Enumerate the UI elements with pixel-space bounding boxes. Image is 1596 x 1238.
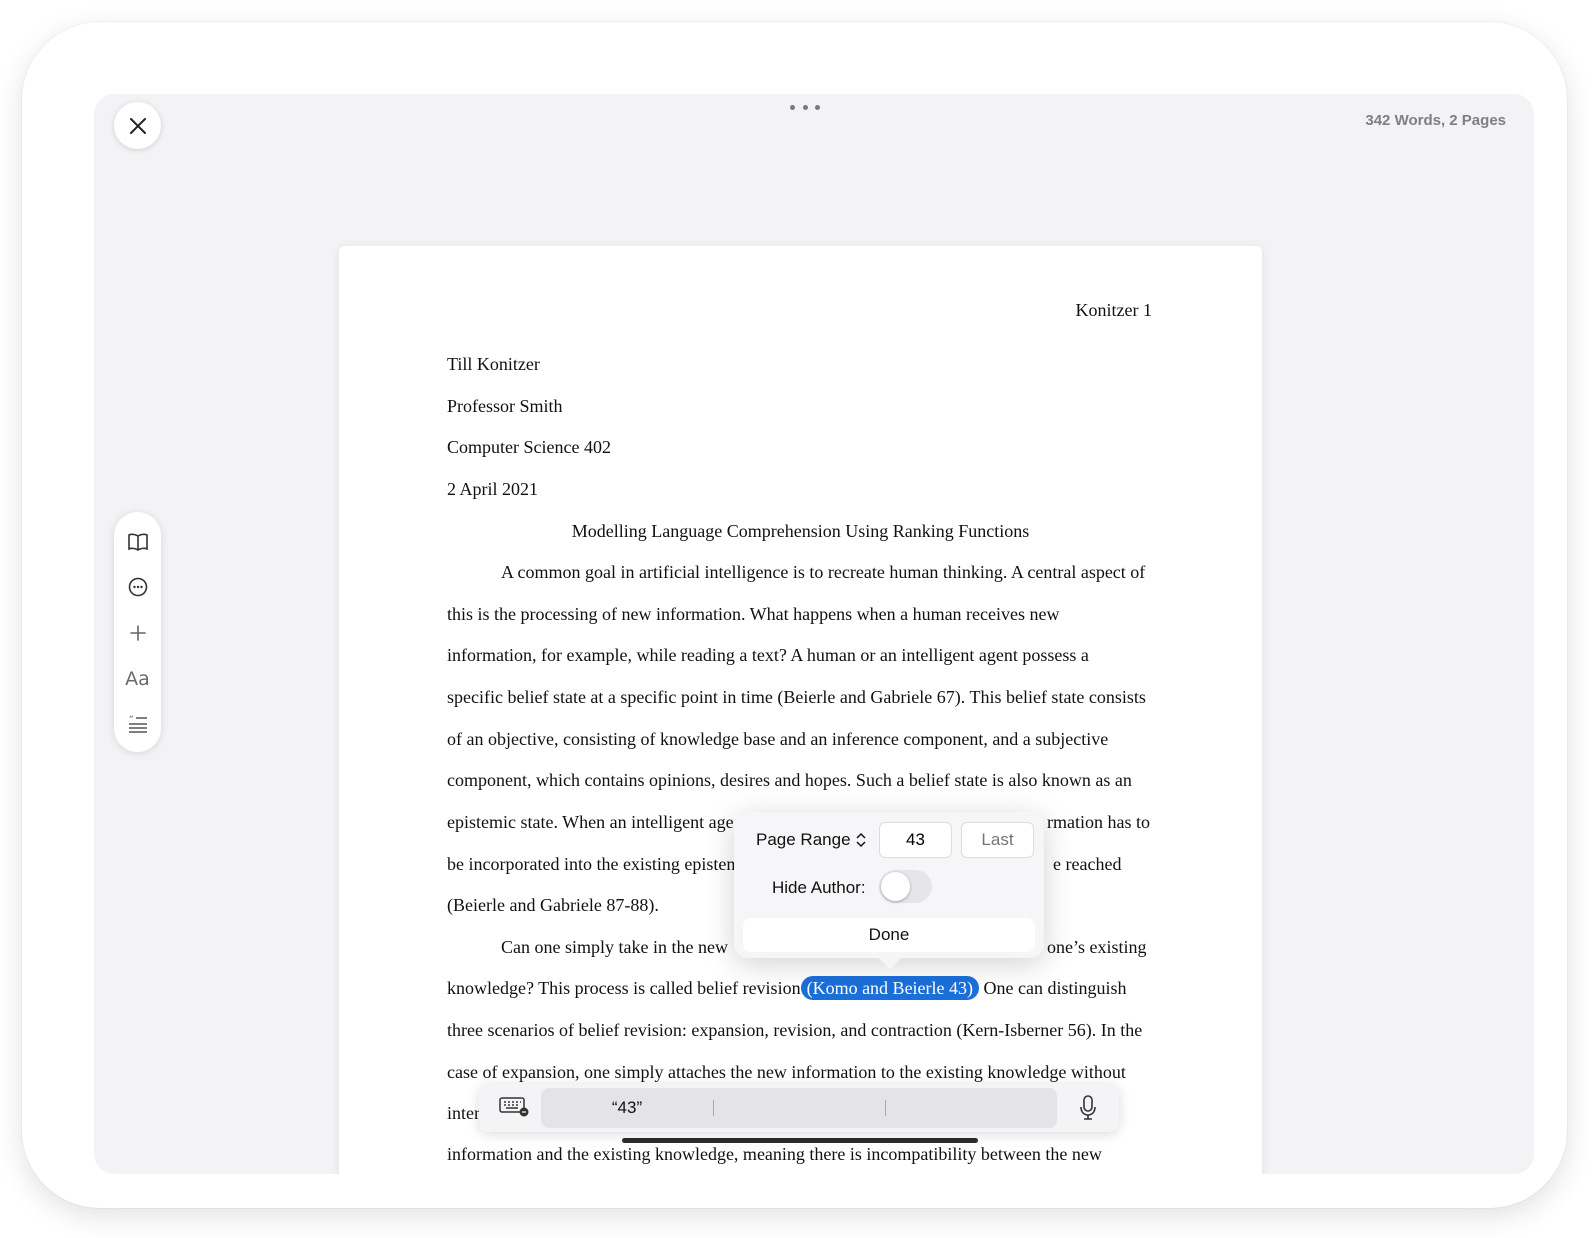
page-range-last-input[interactable] [961,822,1034,858]
quote-list-icon: “ [128,715,147,733]
close-icon [129,117,146,134]
book-icon [127,533,148,551]
body-line: information and the existing knowledge, … [447,1144,1102,1164]
done-button[interactable]: Done [743,918,1035,952]
toggle-knob [881,872,910,901]
body-line: (Beierle and Gabriele 87-88). [447,895,659,915]
dot-icon [790,104,795,110]
screen: 342 Words, 2 Pages Aa “ Konitzer 1 Till … [94,94,1534,1174]
text-format-button[interactable]: Aa [120,661,156,697]
document-page[interactable]: Konitzer 1 Till Konitzer Professor Smith… [339,246,1262,1174]
suggestion-item[interactable] [885,1088,1057,1128]
suggestion-item[interactable]: “43” [541,1088,713,1128]
body-line: A common goal in artificial intelligence… [501,562,1146,582]
hide-author-label: Hide Author: [772,878,866,897]
body-line: three scenarios of belief revision: expa… [447,1020,1143,1040]
body-line: of an objective, consisting of knowledge… [447,729,1109,749]
running-head: Konitzer 1 [1075,300,1152,320]
microphone-icon [1080,1095,1096,1120]
body-line: case of expansion, one simply attaches t… [447,1062,1126,1082]
comment-button[interactable] [120,570,156,606]
device-frame: 342 Words, 2 Pages Aa “ Konitzer 1 Till … [22,22,1567,1208]
body-line: knowledge? This process is called belief… [447,976,1127,1000]
keyboard-suggestion-bar: “43” [479,1084,1119,1132]
body-line: component, which contains opinions, desi… [447,770,1132,790]
body-line: Can one simply take in the new [501,937,728,957]
professor-line: Professor Smith [447,396,563,416]
body-line: epistemic state. When an intelligent age [447,812,734,832]
close-button[interactable] [114,102,161,149]
keyboard-icon [499,1097,529,1117]
plus-icon [129,625,146,641]
citation-button[interactable]: “ [120,706,156,742]
body-line: information, for example, while reading … [447,645,1089,665]
keyboard-button[interactable] [499,1096,529,1123]
add-button[interactable] [120,615,156,651]
body-line: this is the processing of new informatio… [447,604,1060,624]
body-line: inter [447,1103,480,1123]
author-line: Till Konitzer [447,354,540,374]
body-text: One can distinguish [983,978,1127,998]
suggestion-strip: “43” [541,1088,1057,1128]
paper-title: Modelling Language Comprehension Using R… [571,521,1030,541]
page-range-selector[interactable]: Page Range [756,830,867,850]
body-text: knowledge? This process is called belief… [447,978,801,998]
book-button[interactable] [120,524,156,560]
comment-icon [128,578,147,597]
dot-icon [802,104,808,110]
more-menu-handle[interactable] [790,102,820,112]
dictation-button[interactable] [1079,1095,1097,1126]
page-range-first-input[interactable] [879,822,952,858]
citation-popover: Page Range Hide Author: Done [734,812,1044,970]
suggestion-item[interactable] [713,1088,885,1128]
body-line: rmation has to [1047,812,1150,832]
body-line: be incorporated into the existing episte… [447,854,736,874]
chevron-up-down-icon [856,832,866,848]
hide-author-toggle[interactable] [879,870,932,903]
body-line: e reached [1053,854,1122,874]
side-toolbar: Aa “ [114,512,161,752]
word-count: 342 Words, 2 Pages [1365,112,1506,129]
page-range-label: Page Range [756,830,851,849]
dot-icon [815,104,820,110]
date-line: 2 April 2021 [447,479,539,499]
body-line: one’s existing [1047,937,1147,957]
course-line: Computer Science 402 [447,437,611,457]
citation-highlight[interactable]: (Komo and Beierle 43) [800,976,980,1000]
body-line: specific belief state at a specific poin… [447,687,1146,707]
home-indicator[interactable] [622,1138,978,1143]
text-format-icon: Aa [125,667,150,690]
